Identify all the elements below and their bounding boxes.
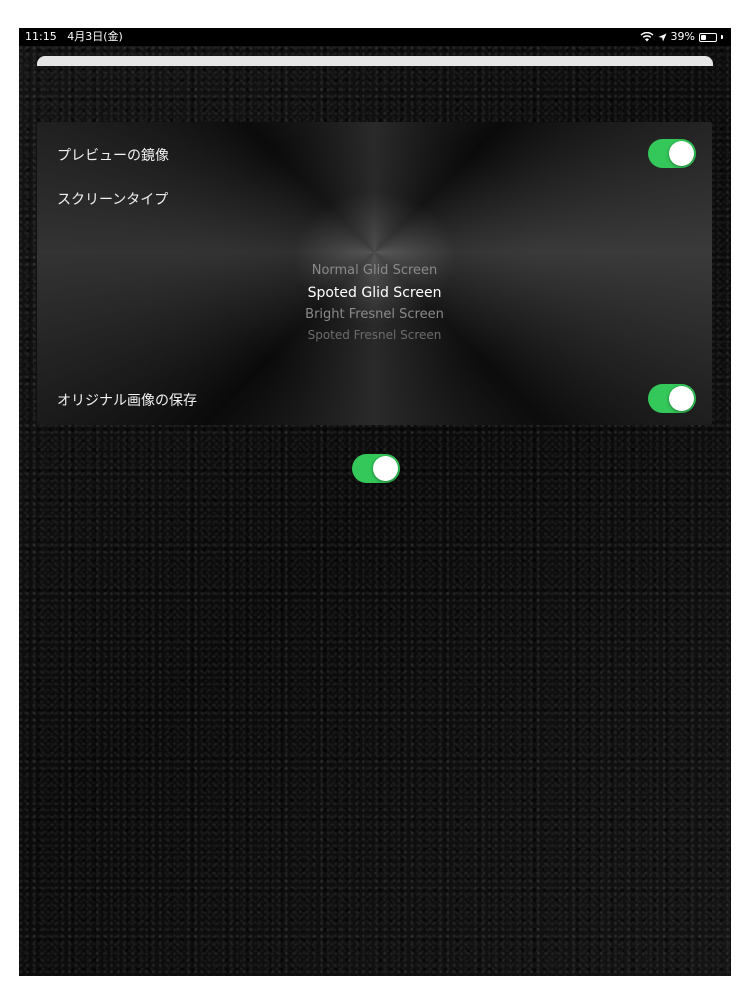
sheet-top-edge — [37, 56, 713, 66]
toggle-knob — [373, 456, 398, 481]
save-original-toggle[interactable] — [648, 384, 696, 413]
status-indicators: 39% — [640, 28, 723, 46]
battery-fill — [701, 34, 706, 40]
toggle-knob — [669, 141, 694, 166]
save-original-label: オリジナル画像の保存 — [57, 393, 197, 409]
picker-option[interactable]: Spoted Fresnel Screen — [37, 326, 712, 344]
battery-percent: 39% — [670, 30, 695, 43]
battery-icon — [699, 32, 717, 42]
screen-type-picker[interactable]: Normal Glid Screen Spoted Glid Screen Br… — [37, 260, 712, 344]
battery-cap — [721, 35, 723, 39]
settings-panel: プレビューの鏡像 スクリーンタイプ Normal Glid Screen Spo… — [37, 122, 712, 425]
screen-type-label: スクリーンタイプ — [57, 192, 169, 208]
status-time: 11:15 4月3日(金) — [25, 28, 123, 46]
picker-option[interactable]: Bright Fresnel Screen — [37, 304, 712, 326]
wifi-icon — [640, 32, 654, 42]
mirror-preview-label: プレビューの鏡像 — [57, 148, 169, 164]
mirror-preview-toggle[interactable] — [648, 139, 696, 168]
picker-option[interactable]: Normal Glid Screen — [37, 260, 712, 282]
status-bar: 11:15 4月3日(金) 39% — [19, 28, 731, 46]
toggle-knob — [669, 386, 694, 411]
location-arrow-icon — [658, 33, 667, 41]
clock: 11:15 — [25, 30, 57, 43]
picker-option-selected[interactable]: Spoted Glid Screen — [37, 282, 712, 304]
app-screen: 11:15 4月3日(金) 39% プレビューの鏡像 スクリーンタイプ Norm… — [19, 28, 731, 976]
date: 4月3日(金) — [67, 30, 123, 43]
extra-toggle[interactable] — [352, 454, 400, 483]
